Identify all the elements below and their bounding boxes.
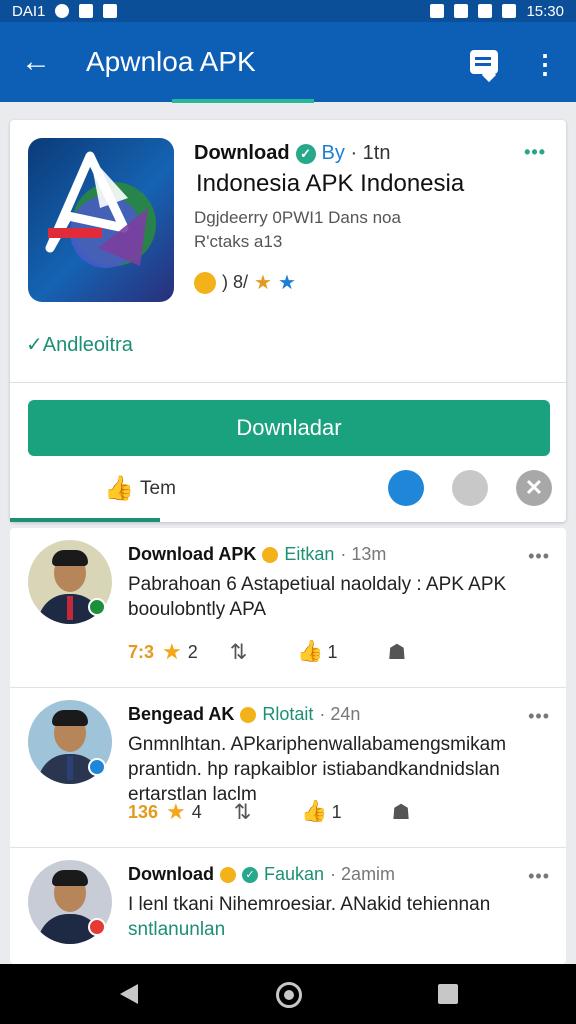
nav-home-icon[interactable] (276, 982, 302, 1008)
emoji-icon (240, 706, 257, 723)
carrier-text: DAI1 (12, 2, 46, 20)
post-body-text: I lenl tkani Nihemroesiar. ANakid tehien… (128, 894, 491, 915)
action-row: 👍 Tem ✕ (10, 468, 566, 510)
comment-count: 1 (327, 641, 338, 662)
tab-indicator (172, 99, 314, 103)
post-likes: 7:3 (128, 641, 155, 662)
app-rating: ) 8/ ★ ★ (194, 270, 296, 295)
app-header-label: Download (194, 142, 290, 164)
post-header: Download APK Eitkan · 13m (128, 544, 386, 565)
post-author[interactable]: Bengead AK (128, 704, 234, 725)
app-meta-size: R'ctaks a13 (194, 232, 283, 251)
post-stats: 136 ★ 4 ⇅ 👍 1 ☗ (128, 799, 410, 825)
verified-label: ✓Andleoitra (26, 334, 133, 356)
comment-bubble-icon[interactable] (388, 470, 424, 506)
app-name: Indonesia APK Indonesia (196, 170, 465, 197)
star-icon[interactable]: ★ (162, 639, 182, 665)
app-bar: ← Apwnloa APK ⋮ (0, 22, 576, 103)
post-body-tag[interactable]: sntlanunlan (128, 919, 225, 940)
post-time: · 2amim (330, 864, 396, 884)
post-tag[interactable]: Eitkan (284, 544, 334, 565)
post-time: · 13m (340, 544, 387, 564)
post-body: Gnmnlhtan. APkariphenwallabamengsmikam p… (128, 734, 507, 805)
notification-icon (55, 4, 70, 18)
post-header: Download ✓ Faukan · 2amim (128, 864, 395, 885)
thumbs-up-icon[interactable]: 👍 (301, 800, 327, 824)
post-body: I lenl tkani Nihemroesiar. ANakid tehien… (128, 892, 548, 942)
status-bar: DAI1 15:30 (0, 0, 576, 22)
download-icon (103, 4, 118, 18)
app-logo-graphic (45, 151, 156, 268)
verified-check-icon: ✓ (242, 866, 258, 883)
nav-back-icon[interactable] (120, 984, 138, 1004)
blue-star-icon: ★ (277, 272, 296, 294)
clock: 15:30 (526, 2, 564, 20)
list-item[interactable]: Bengead AK Rlotait · 24n ••• Gnmnlhtan. … (10, 688, 566, 848)
post-list: Download APK Eitkan · 13m ••• Pabrahoan … (10, 528, 566, 964)
post-author[interactable]: Download (128, 864, 214, 885)
app-icon[interactable] (28, 138, 174, 302)
list-item[interactable]: Download APK Eitkan · 13m ••• Pabrahoan … (10, 528, 566, 688)
sparkle-star-icon: ★ (254, 272, 272, 294)
by-label[interactable]: By (322, 142, 345, 164)
star-count: 4 (191, 801, 202, 822)
download-button[interactable]: Downladar (28, 400, 550, 456)
more-vert-icon[interactable]: ⋮ (532, 48, 558, 80)
location-pin-icon[interactable] (452, 470, 488, 506)
notification-badge-icon (88, 918, 106, 936)
back-arrow-icon[interactable]: ← (18, 44, 54, 80)
post-time: · 24n (319, 704, 361, 724)
app-card: Download ✓ By · 1tn ••• Indonesia APK In… (10, 120, 566, 522)
emoji-icon (220, 866, 236, 883)
verified-check-icon: ✓ (295, 143, 316, 164)
post-more-icon[interactable]: ••• (528, 706, 550, 727)
like-label[interactable]: Tem (140, 478, 176, 500)
post-body: Pabrahoan 6 Astapetiual naoldaly : APK A… (128, 574, 507, 620)
rating-text: ) 8/ (222, 272, 249, 292)
app-meta-developer: Dgjdeerry 0PWI1 Dans noa (194, 208, 401, 227)
post-likes: 136 (128, 801, 159, 822)
wifi-icon (454, 4, 469, 18)
close-icon[interactable]: ✕ (516, 470, 552, 506)
battery-icon (502, 4, 517, 18)
by-time: · 1tn (350, 142, 391, 164)
list-item[interactable]: Download ✓ Faukan · 2amim ••• I lenl tka… (10, 848, 566, 964)
share-icon[interactable]: ⇅ (234, 800, 252, 825)
bookmark-icon[interactable]: ☗ (392, 800, 411, 825)
progress-indicator (10, 518, 160, 522)
thumbs-up-icon[interactable]: 👍 (297, 640, 323, 664)
by-line: By · 1tn (322, 142, 391, 165)
page-title: Apwnloa APK (86, 46, 256, 77)
chat-icon[interactable] (470, 50, 498, 74)
system-nav-bar (0, 964, 576, 1024)
post-more-icon[interactable]: ••• (528, 866, 550, 887)
card-more-icon[interactable]: ••• (524, 142, 546, 163)
nav-recent-icon[interactable] (438, 984, 458, 1004)
post-tag[interactable]: Rlotait (262, 704, 313, 725)
emoji-icon (194, 271, 216, 294)
post-tag[interactable]: Faukan (264, 864, 324, 885)
bookmark-icon[interactable]: ☗ (388, 640, 407, 665)
comment-count: 1 (331, 801, 342, 822)
post-author[interactable]: Download APK (128, 544, 256, 565)
share-icon[interactable]: ⇅ (230, 640, 248, 665)
verified-badge-icon (88, 758, 106, 776)
post-more-icon[interactable]: ••• (528, 546, 550, 567)
emoji-icon (262, 546, 279, 563)
star-count: 2 (187, 641, 198, 662)
image-icon (79, 4, 94, 18)
mute-icon (430, 4, 445, 18)
star-icon[interactable]: ★ (166, 799, 186, 825)
thumbs-up-icon[interactable]: 👍 (104, 474, 134, 503)
divider (10, 382, 566, 383)
signal-icon (478, 4, 493, 18)
verified-badge-icon (88, 598, 106, 616)
post-header: Bengead AK Rlotait · 24n (128, 704, 360, 725)
app-header-row: Download ✓ By · 1tn (194, 142, 390, 165)
post-stats: 7:3 ★ 2 ⇅ 👍 1 ☗ (128, 639, 406, 665)
